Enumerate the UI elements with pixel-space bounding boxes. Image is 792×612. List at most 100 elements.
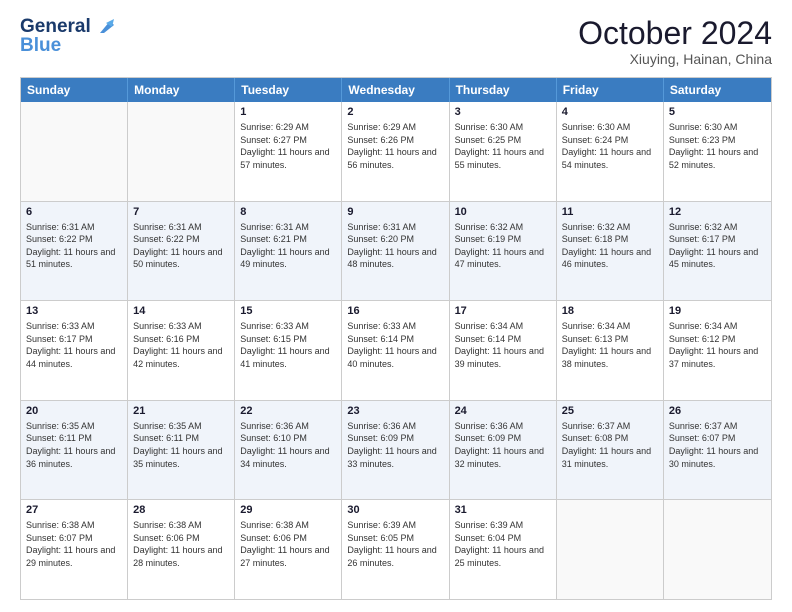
calendar-day-17: 17Sunrise: 6:34 AM Sunset: 6:14 PM Dayli… bbox=[450, 301, 557, 400]
day-of-week-thursday: Thursday bbox=[450, 78, 557, 102]
day-number: 26 bbox=[669, 404, 766, 419]
calendar-day-1: 1Sunrise: 6:29 AM Sunset: 6:27 PM Daylig… bbox=[235, 102, 342, 201]
logo-bird-icon bbox=[92, 15, 114, 37]
day-number: 6 bbox=[26, 205, 122, 220]
cell-info: Sunrise: 6:33 AM Sunset: 6:17 PM Dayligh… bbox=[26, 320, 122, 370]
logo-blue: Blue bbox=[20, 35, 114, 57]
day-number: 30 bbox=[347, 503, 443, 518]
calendar-day-19: 19Sunrise: 6:34 AM Sunset: 6:12 PM Dayli… bbox=[664, 301, 771, 400]
day-number: 28 bbox=[133, 503, 229, 518]
calendar-day-4: 4Sunrise: 6:30 AM Sunset: 6:24 PM Daylig… bbox=[557, 102, 664, 201]
cell-info: Sunrise: 6:34 AM Sunset: 6:13 PM Dayligh… bbox=[562, 320, 658, 370]
calendar-day-8: 8Sunrise: 6:31 AM Sunset: 6:21 PM Daylig… bbox=[235, 202, 342, 301]
header: General Blue October 2024 Xiuying, Haina… bbox=[20, 16, 772, 67]
day-number: 10 bbox=[455, 205, 551, 220]
cell-info: Sunrise: 6:30 AM Sunset: 6:23 PM Dayligh… bbox=[669, 121, 766, 171]
day-of-week-monday: Monday bbox=[128, 78, 235, 102]
day-number: 20 bbox=[26, 404, 122, 419]
day-number: 16 bbox=[347, 304, 443, 319]
day-number: 24 bbox=[455, 404, 551, 419]
empty-cell bbox=[21, 102, 128, 201]
cell-info: Sunrise: 6:36 AM Sunset: 6:10 PM Dayligh… bbox=[240, 420, 336, 470]
cell-info: Sunrise: 6:34 AM Sunset: 6:12 PM Dayligh… bbox=[669, 320, 766, 370]
day-number: 12 bbox=[669, 205, 766, 220]
empty-cell bbox=[664, 500, 771, 599]
calendar-day-27: 27Sunrise: 6:38 AM Sunset: 6:07 PM Dayli… bbox=[21, 500, 128, 599]
calendar-day-2: 2Sunrise: 6:29 AM Sunset: 6:26 PM Daylig… bbox=[342, 102, 449, 201]
empty-cell bbox=[128, 102, 235, 201]
day-number: 27 bbox=[26, 503, 122, 518]
cell-info: Sunrise: 6:29 AM Sunset: 6:26 PM Dayligh… bbox=[347, 121, 443, 171]
cell-info: Sunrise: 6:33 AM Sunset: 6:16 PM Dayligh… bbox=[133, 320, 229, 370]
calendar-day-16: 16Sunrise: 6:33 AM Sunset: 6:14 PM Dayli… bbox=[342, 301, 449, 400]
day-number: 4 bbox=[562, 105, 658, 120]
calendar-day-26: 26Sunrise: 6:37 AM Sunset: 6:07 PM Dayli… bbox=[664, 401, 771, 500]
calendar-day-18: 18Sunrise: 6:34 AM Sunset: 6:13 PM Dayli… bbox=[557, 301, 664, 400]
cell-info: Sunrise: 6:31 AM Sunset: 6:22 PM Dayligh… bbox=[26, 221, 122, 271]
calendar-week-3: 13Sunrise: 6:33 AM Sunset: 6:17 PM Dayli… bbox=[21, 300, 771, 400]
calendar-day-3: 3Sunrise: 6:30 AM Sunset: 6:25 PM Daylig… bbox=[450, 102, 557, 201]
calendar-week-5: 27Sunrise: 6:38 AM Sunset: 6:07 PM Dayli… bbox=[21, 499, 771, 599]
cell-info: Sunrise: 6:33 AM Sunset: 6:15 PM Dayligh… bbox=[240, 320, 336, 370]
calendar-day-22: 22Sunrise: 6:36 AM Sunset: 6:10 PM Dayli… bbox=[235, 401, 342, 500]
calendar-day-30: 30Sunrise: 6:39 AM Sunset: 6:05 PM Dayli… bbox=[342, 500, 449, 599]
cell-info: Sunrise: 6:38 AM Sunset: 6:06 PM Dayligh… bbox=[133, 519, 229, 569]
calendar-day-28: 28Sunrise: 6:38 AM Sunset: 6:06 PM Dayli… bbox=[128, 500, 235, 599]
calendar-week-1: 1Sunrise: 6:29 AM Sunset: 6:27 PM Daylig… bbox=[21, 102, 771, 201]
day-number: 17 bbox=[455, 304, 551, 319]
cell-info: Sunrise: 6:38 AM Sunset: 6:07 PM Dayligh… bbox=[26, 519, 122, 569]
calendar-day-10: 10Sunrise: 6:32 AM Sunset: 6:19 PM Dayli… bbox=[450, 202, 557, 301]
cell-info: Sunrise: 6:29 AM Sunset: 6:27 PM Dayligh… bbox=[240, 121, 336, 171]
calendar-day-25: 25Sunrise: 6:37 AM Sunset: 6:08 PM Dayli… bbox=[557, 401, 664, 500]
day-number: 25 bbox=[562, 404, 658, 419]
calendar-day-13: 13Sunrise: 6:33 AM Sunset: 6:17 PM Dayli… bbox=[21, 301, 128, 400]
calendar-day-23: 23Sunrise: 6:36 AM Sunset: 6:09 PM Dayli… bbox=[342, 401, 449, 500]
cell-info: Sunrise: 6:30 AM Sunset: 6:25 PM Dayligh… bbox=[455, 121, 551, 171]
day-number: 2 bbox=[347, 105, 443, 120]
day-number: 23 bbox=[347, 404, 443, 419]
calendar-day-11: 11Sunrise: 6:32 AM Sunset: 6:18 PM Dayli… bbox=[557, 202, 664, 301]
cell-info: Sunrise: 6:34 AM Sunset: 6:14 PM Dayligh… bbox=[455, 320, 551, 370]
title-section: October 2024 Xiuying, Hainan, China bbox=[578, 16, 772, 67]
day-number: 1 bbox=[240, 105, 336, 120]
day-number: 3 bbox=[455, 105, 551, 120]
day-number: 5 bbox=[669, 105, 766, 120]
day-number: 7 bbox=[133, 205, 229, 220]
cell-info: Sunrise: 6:39 AM Sunset: 6:05 PM Dayligh… bbox=[347, 519, 443, 569]
calendar-day-5: 5Sunrise: 6:30 AM Sunset: 6:23 PM Daylig… bbox=[664, 102, 771, 201]
cell-info: Sunrise: 6:31 AM Sunset: 6:20 PM Dayligh… bbox=[347, 221, 443, 271]
logo: General Blue bbox=[20, 16, 114, 57]
cell-info: Sunrise: 6:35 AM Sunset: 6:11 PM Dayligh… bbox=[26, 420, 122, 470]
day-number: 14 bbox=[133, 304, 229, 319]
cell-info: Sunrise: 6:36 AM Sunset: 6:09 PM Dayligh… bbox=[347, 420, 443, 470]
calendar-day-7: 7Sunrise: 6:31 AM Sunset: 6:22 PM Daylig… bbox=[128, 202, 235, 301]
cell-info: Sunrise: 6:39 AM Sunset: 6:04 PM Dayligh… bbox=[455, 519, 551, 569]
cell-info: Sunrise: 6:32 AM Sunset: 6:19 PM Dayligh… bbox=[455, 221, 551, 271]
calendar-day-24: 24Sunrise: 6:36 AM Sunset: 6:09 PM Dayli… bbox=[450, 401, 557, 500]
day-number: 18 bbox=[562, 304, 658, 319]
cell-info: Sunrise: 6:30 AM Sunset: 6:24 PM Dayligh… bbox=[562, 121, 658, 171]
cell-info: Sunrise: 6:33 AM Sunset: 6:14 PM Dayligh… bbox=[347, 320, 443, 370]
day-of-week-wednesday: Wednesday bbox=[342, 78, 449, 102]
day-number: 31 bbox=[455, 503, 551, 518]
day-number: 9 bbox=[347, 205, 443, 220]
calendar-day-29: 29Sunrise: 6:38 AM Sunset: 6:06 PM Dayli… bbox=[235, 500, 342, 599]
day-of-week-saturday: Saturday bbox=[664, 78, 771, 102]
location: Xiuying, Hainan, China bbox=[578, 51, 772, 67]
month-title: October 2024 bbox=[578, 16, 772, 51]
calendar-day-9: 9Sunrise: 6:31 AM Sunset: 6:20 PM Daylig… bbox=[342, 202, 449, 301]
calendar: SundayMondayTuesdayWednesdayThursdayFrid… bbox=[20, 77, 772, 600]
cell-info: Sunrise: 6:35 AM Sunset: 6:11 PM Dayligh… bbox=[133, 420, 229, 470]
day-of-week-tuesday: Tuesday bbox=[235, 78, 342, 102]
day-number: 8 bbox=[240, 205, 336, 220]
calendar-week-4: 20Sunrise: 6:35 AM Sunset: 6:11 PM Dayli… bbox=[21, 400, 771, 500]
page: General Blue October 2024 Xiuying, Haina… bbox=[0, 0, 792, 612]
cell-info: Sunrise: 6:37 AM Sunset: 6:07 PM Dayligh… bbox=[669, 420, 766, 470]
calendar-day-20: 20Sunrise: 6:35 AM Sunset: 6:11 PM Dayli… bbox=[21, 401, 128, 500]
cell-info: Sunrise: 6:31 AM Sunset: 6:21 PM Dayligh… bbox=[240, 221, 336, 271]
calendar-body: 1Sunrise: 6:29 AM Sunset: 6:27 PM Daylig… bbox=[21, 102, 771, 599]
cell-info: Sunrise: 6:37 AM Sunset: 6:08 PM Dayligh… bbox=[562, 420, 658, 470]
calendar-week-2: 6Sunrise: 6:31 AM Sunset: 6:22 PM Daylig… bbox=[21, 201, 771, 301]
day-number: 29 bbox=[240, 503, 336, 518]
day-number: 19 bbox=[669, 304, 766, 319]
